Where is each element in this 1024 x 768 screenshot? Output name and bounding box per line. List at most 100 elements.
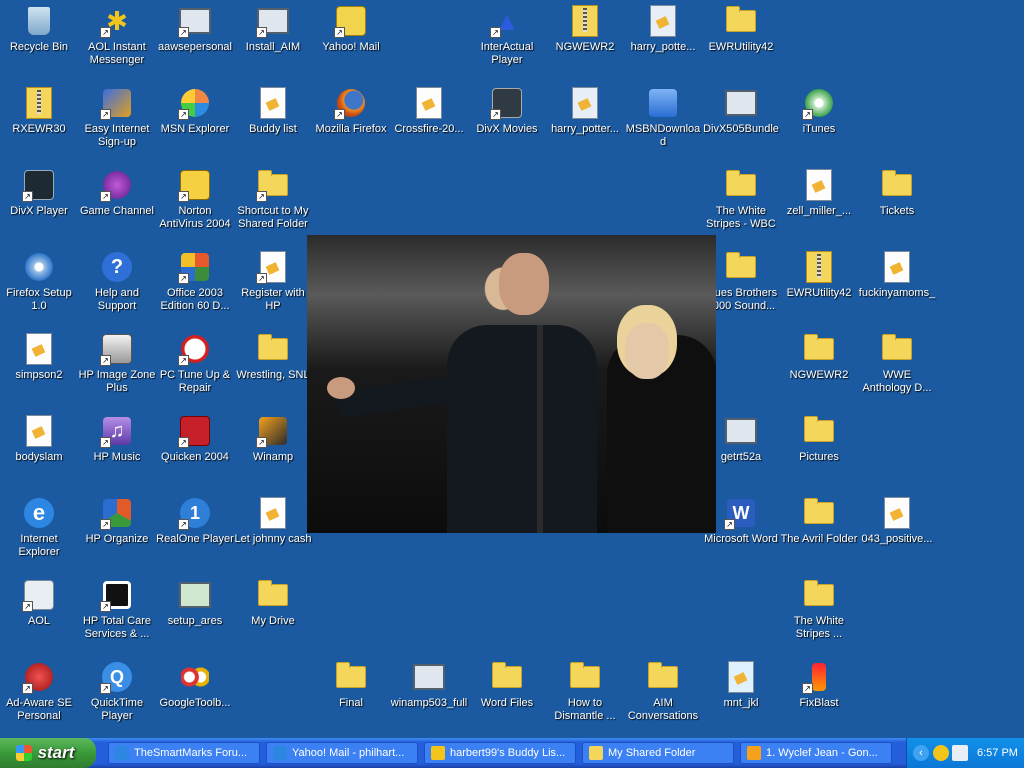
desktop-icon-setup-ares[interactable]: setup_ares [156,574,234,654]
desktop-icon-realone-player[interactable]: 1 ↗ RealOne Player [156,492,234,572]
desktop-icon-zell-miller[interactable]: zell_miller_... [780,164,858,244]
desktop-icon-shortcut-shared-folder[interactable]: ↗ Shortcut to My Shared Folder [234,164,312,244]
desktop-icon-aol[interactable]: ↗ AOL [0,574,78,654]
installer-icon: ↗ [256,4,290,38]
desktop-icon-divx-movies[interactable]: ↗ DivX Movies [468,82,546,162]
desktop-icon-recycle-bin[interactable]: Recycle Bin [0,0,78,80]
folder-icon: ↗ [256,168,290,202]
start-button[interactable]: start [0,738,96,768]
desktop-icon-google-toolbar[interactable]: GoogleToolb... [156,656,234,736]
divx-player-icon: ↗ [22,168,56,202]
desktop-icon-how-to-dismantle[interactable]: How to Dismantle ... [546,656,624,736]
desktop-icon-aol-instant-messenger[interactable]: ✱ ↗ AOL Instant Messenger [78,0,156,80]
aim-tray-icon[interactable] [933,745,949,761]
desktop-icon-winamp[interactable]: ↗ Winamp [234,410,312,490]
desktop-icon-my-drive[interactable]: My Drive [234,574,312,654]
aim-running-man-icon [431,746,445,760]
desktop-icon-help-support[interactable]: ? Help and Support [78,246,156,326]
photo-figure-hand [327,377,355,399]
firefox-icon: ↗ [334,86,368,120]
desktop-icon-msbndownload[interactable]: MSBNDownload [624,82,702,162]
desktop-icon-register-hp[interactable]: ↗ Register with HP [234,246,312,326]
desktop-icon-winamp503-full[interactable]: winamp503_full [390,656,468,736]
desktop-icon-white-stripes-2[interactable]: The White Stripes ... [780,574,858,654]
realone-document-icon [724,660,758,694]
desktop-icon-mnt-jkl[interactable]: mnt_jkl [702,656,780,736]
desktop-icon-buddy-list[interactable]: Buddy list [234,82,312,162]
desktop-icon-ngwewr2-folder[interactable]: NGWEWR2 [780,328,858,408]
desktop-icon-ad-aware[interactable]: ↗ Ad-Aware SE Personal [0,656,78,736]
desktop-icon-fixblast[interactable]: ↗ FixBlast [780,656,858,736]
winamp-icon [747,746,761,760]
desktop-icon-interactual-player[interactable]: ▲ ↗ InterActual Player [468,0,546,80]
desktop-icon-simpson2[interactable]: simpson2 [0,328,78,408]
desktop-icon-ewrutility42-zip[interactable]: EWRUtility42 [780,246,858,326]
recycle-bin-icon [22,4,56,38]
desktop-icon-norton-antivirus[interactable]: ↗ Norton AntiVirus 2004 [156,164,234,244]
desktop-icon-hp-image-zone[interactable]: ↗ HP Image Zone Plus [78,328,156,408]
desktop-icon-msn-explorer[interactable]: ↗ MSN Explorer [156,82,234,162]
desktop-icon-pc-tune-up[interactable]: ↗ PC Tune Up & Repair [156,328,234,408]
desktop-icon-fuckinyamoms[interactable]: fuckinyamoms_ [858,246,936,326]
folder-icon [646,660,680,694]
taskbar-button-buddy-list[interactable]: harbert99's Buddy Lis... [424,742,576,764]
desktop-icon-harry-potter-1[interactable]: harry_potte... [624,0,702,80]
taskbar-button-smartmarks[interactable]: TheSmartMarks Foru... [108,742,260,764]
desktop-icon-let-johnny-cash[interactable]: Let johnny cash [234,492,312,572]
desktop-icon-office-2003[interactable]: ↗ Office 2003 Edition 60 D... [156,246,234,326]
folder-icon [724,168,758,202]
desktop-icon-easy-internet-signup[interactable]: ↗ Easy Internet Sign-up [78,82,156,162]
desktop-icon-bodyslam[interactable]: bodyslam [0,410,78,490]
desktop-icon-firefox-setup[interactable]: Firefox Setup 1.0 [0,246,78,326]
desktop-icon-crossfire[interactable]: Crossfire-20... [390,82,468,162]
desktop-icon-aawsepersonal[interactable]: ↗ aawsepersonal [156,0,234,80]
desktop-icon-ngwewr2[interactable]: NGWEWR2 [546,0,624,80]
desktop-icon-divx-player[interactable]: ↗ DivX Player [0,164,78,244]
desktop-icon-wrestling-snl[interactable]: Wrestling, SNL [234,328,312,408]
yahoo-mail-icon: ↗ [334,4,368,38]
desktop-icon-quicken-2004[interactable]: ↗ Quicken 2004 [156,410,234,490]
desktop-icon-game-channel[interactable]: ↗ Game Channel [78,164,156,244]
folder-icon [490,660,524,694]
folder-icon [802,496,836,530]
clock[interactable]: 6:57 PM [977,747,1018,759]
desktop-icon-itunes[interactable]: ↗ iTunes [780,82,858,162]
network-tray-icon[interactable] [952,745,968,761]
desktop-icon-pictures[interactable]: Pictures [780,410,858,490]
document-icon [412,86,446,120]
desktop-icon-wwe-anthology[interactable]: WWE Anthology D... [858,328,936,408]
desktop-icon-hp-organize[interactable]: ↗ HP Organize [78,492,156,572]
show-hidden-icons-chevron-icon[interactable]: ‹ [913,745,929,761]
folder-icon [256,578,290,612]
desktop-icon-hp-music[interactable]: ♫ ↗ HP Music [78,410,156,490]
zip-folder-icon [22,86,56,120]
folder-icon [802,578,836,612]
desktop-icon-final[interactable]: Final [312,656,390,736]
desktop-icon-install-aim[interactable]: ↗ Install_AIM [234,0,312,80]
desktop-icon-hp-total-care[interactable]: ↗ HP Total Care Services & ... [78,574,156,654]
desktop-icon-word-files[interactable]: Word Files [468,656,546,736]
taskbar-button-winamp[interactable]: 1. Wyclef Jean - Gon... [740,742,892,764]
desktop-icon-yahoo-mail[interactable]: ↗ Yahoo! Mail [312,0,390,80]
aim-document-icon [256,86,290,120]
taskbar-button-yahoo-mail[interactable]: Yahoo! Mail - philhart... [266,742,418,764]
windows-flag-icon [15,745,32,761]
desktop-icon-043-positive[interactable]: 043_positive... [858,492,936,572]
desktop-icon-quicktime[interactable]: Q ↗ QuickTime Player [78,656,156,736]
taskbar-button-shared-folder[interactable]: My Shared Folder [582,742,734,764]
desktop-icon-rxewr30[interactable]: RXEWR30 [0,82,78,162]
desktop-icon-avril-folder[interactable]: The Avril Folder [780,492,858,572]
taskbar: start TheSmartMarks Foru... Yahoo! Mail … [0,738,1024,768]
desktop-icon-ewrutility42-folder[interactable]: EWRUtility42 [702,0,780,80]
desktop-icon-divx505bundle[interactable]: DivX505Bundle [702,82,780,162]
desktop-icon-harry-potter-2[interactable]: harry_potter... [546,82,624,162]
desktop-icon-aim-conversations[interactable]: AIM Conversations [624,656,702,736]
office-icon: ↗ [178,250,212,284]
desktop-icon-internet-explorer[interactable]: e Internet Explorer [0,492,78,572]
desktop-icon-tickets[interactable]: Tickets [858,164,936,244]
desktop-icon-white-stripes-wbc[interactable]: The White Stripes - WBC [702,164,780,244]
folder-icon [880,168,914,202]
desktop-icon-mozilla-firefox[interactable]: ↗ Mozilla Firefox [312,82,390,162]
folder-icon [724,4,758,38]
download-icon [646,86,680,120]
